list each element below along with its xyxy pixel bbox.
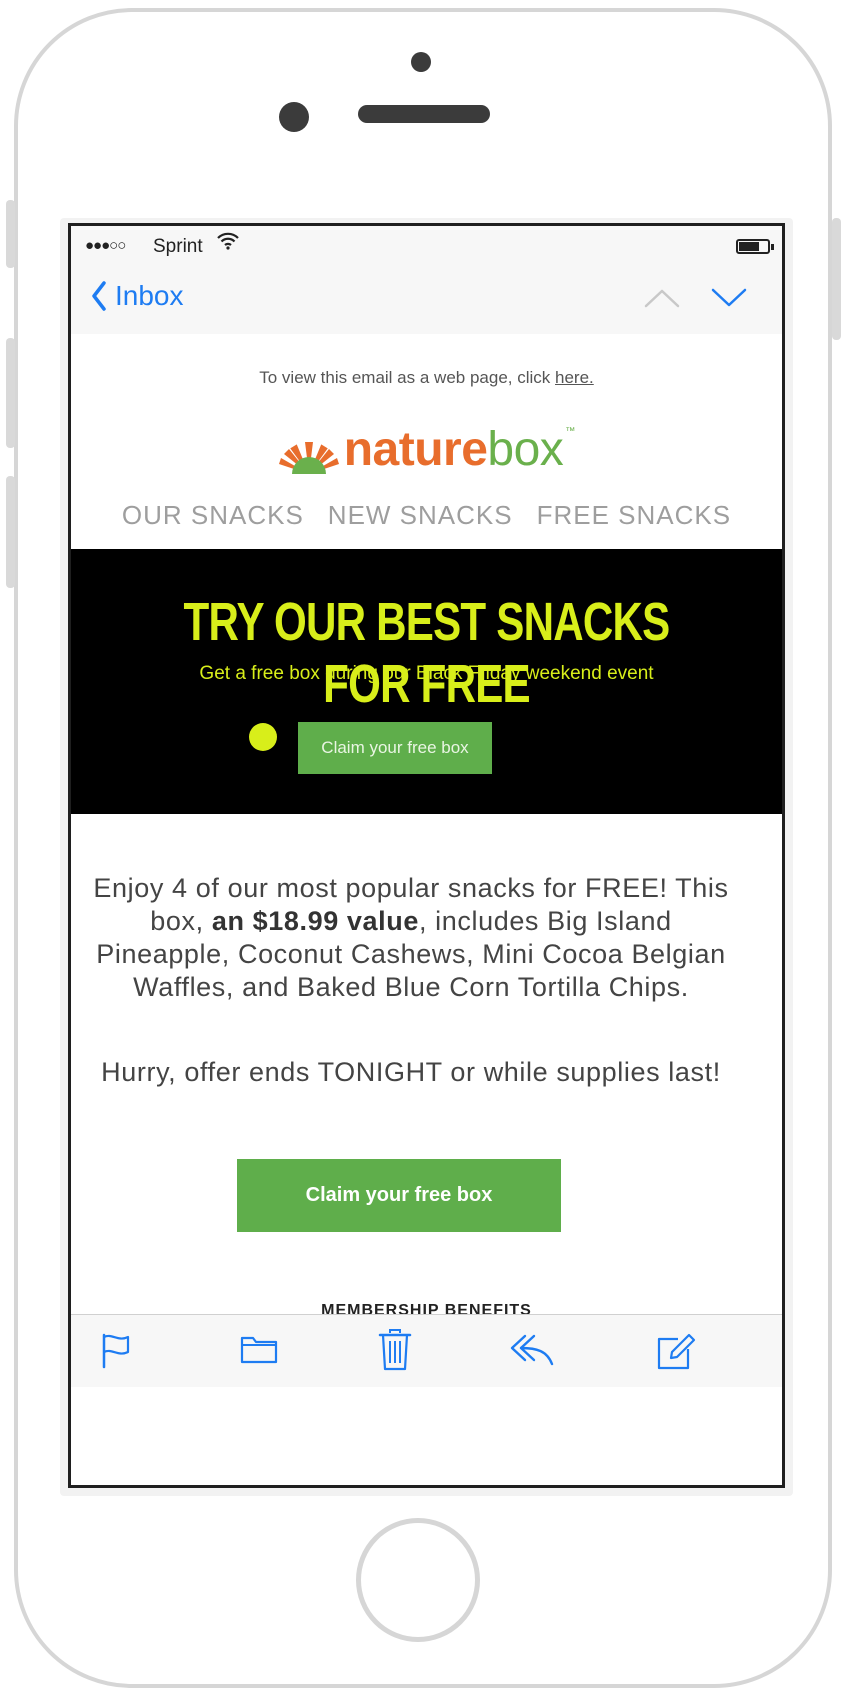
- battery-icon: [736, 239, 770, 254]
- nav-our-snacks[interactable]: OUR SNACKS: [122, 500, 304, 531]
- urgency-text: Hurry, offer ends TONIGHT or while suppl…: [101, 1057, 721, 1087]
- earpiece-speaker: [358, 105, 490, 123]
- carrier-name: Sprint: [153, 236, 203, 257]
- battery-tip: [771, 244, 774, 250]
- previous-message-icon[interactable]: [644, 288, 680, 308]
- offer-description: Enjoy 4 of our most popular snacks for F…: [91, 872, 731, 1004]
- compose-icon[interactable]: [656, 1333, 696, 1371]
- volume-down-button: [6, 476, 15, 588]
- mail-toolbar: [71, 1314, 782, 1387]
- front-camera: [279, 102, 309, 132]
- hero-subtitle: Get a free box during our Black Friday w…: [199, 663, 654, 684]
- proximity-sensor: [411, 52, 431, 72]
- home-button[interactable]: [356, 1518, 480, 1642]
- claim-free-box-button[interactable]: Claim your free box: [237, 1159, 561, 1232]
- hero-banner: TRY OUR BEST SNACKS FOR FREE Get a free …: [71, 549, 782, 814]
- logo-part-box: box: [487, 423, 564, 476]
- signal-strength-icon: ●●●○○: [85, 237, 126, 254]
- mute-switch: [6, 200, 15, 268]
- chevron-left-icon: [92, 281, 106, 311]
- email-body: To view this email as a web page, click …: [71, 334, 782, 1421]
- hero-claim-button[interactable]: Claim your free box: [298, 722, 492, 774]
- trademark-symbol: ™: [565, 426, 576, 437]
- nav-free-snacks[interactable]: FREE SNACKS: [537, 500, 732, 531]
- next-message-icon[interactable]: [711, 288, 747, 308]
- back-to-inbox-button[interactable]: Inbox: [91, 280, 184, 312]
- flag-icon[interactable]: [99, 1333, 133, 1369]
- phone-screen: ●●●○○ Sprint Inbox To view this email as…: [68, 223, 785, 1488]
- volume-up-button: [6, 338, 15, 448]
- logo-wordmark: naturebox: [344, 426, 564, 474]
- email-nav-links: OUR SNACKS NEW SNACKS FREE SNACKS: [71, 500, 782, 531]
- view-as-webpage-line: To view this email as a web page, click …: [71, 368, 782, 388]
- sunburst-logo-icon: [278, 442, 339, 474]
- hero-dot-decoration: [249, 723, 277, 751]
- power-button: [832, 218, 841, 340]
- back-label: Inbox: [115, 280, 184, 311]
- folder-icon[interactable]: [240, 1333, 278, 1365]
- hero-title: TRY OUR BEST SNACKS FOR FREE: [183, 592, 670, 714]
- reply-icon[interactable]: [509, 1333, 555, 1367]
- mail-navbar: Inbox: [71, 266, 782, 334]
- wifi-icon: [217, 232, 239, 256]
- status-bar: ●●●○○ Sprint: [71, 226, 782, 266]
- webview-link[interactable]: here.: [555, 368, 594, 387]
- webview-text: To view this email as a web page, click: [259, 368, 555, 387]
- offer-value-highlight: an $18.99 value: [211, 906, 419, 936]
- naturebox-logo[interactable]: naturebox ™: [71, 426, 782, 474]
- logo-part-nature: nature: [343, 423, 488, 476]
- nav-new-snacks[interactable]: NEW SNACKS: [328, 500, 513, 531]
- trash-icon[interactable]: [378, 1329, 412, 1371]
